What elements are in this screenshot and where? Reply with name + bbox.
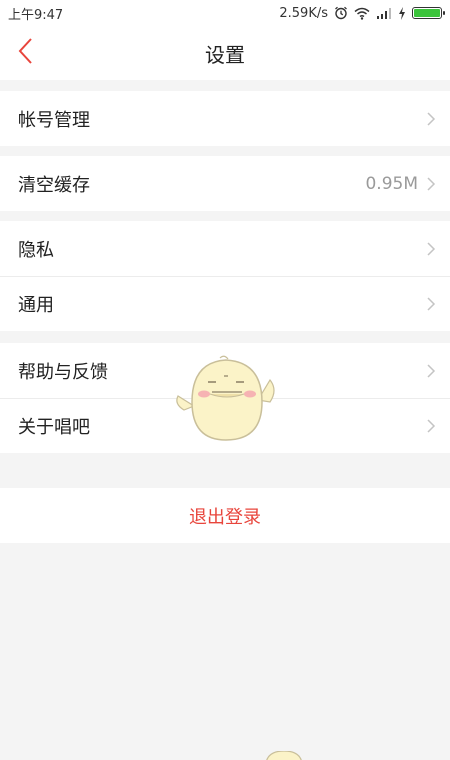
settings-item-privacy[interactable]: 隐私 (0, 221, 450, 276)
settings-group-cache: 清空缓存 0.95M (0, 156, 450, 211)
status-time: 上午9:47 (8, 7, 64, 23)
chevron-right-icon (426, 418, 436, 434)
chevron-right-icon (426, 176, 436, 192)
logout-label: 退出登录 (189, 506, 261, 528)
battery-icon (412, 7, 445, 19)
mascot-sticker[interactable] (172, 354, 278, 450)
settings-item-label: 隐私 (18, 239, 54, 261)
network-speed: 2.59K/s (279, 5, 328, 21)
settings-item-label: 帐号管理 (18, 109, 90, 131)
navigation-bar: 设置 (0, 26, 450, 80)
chevron-right-icon (426, 241, 436, 257)
alarm-icon (334, 6, 348, 20)
settings-item-label: 清空缓存 (18, 174, 90, 196)
back-button[interactable] (8, 36, 42, 70)
settings-page: 上午9:47 2.59K/s 设置 帐号管理 清空缓存 0.95M 隐私 通用 … (0, 0, 450, 760)
chevron-right-icon (426, 296, 436, 312)
settings-group-general: 隐私 通用 (0, 221, 450, 331)
chevron-left-icon (17, 37, 33, 69)
charging-icon (398, 6, 406, 20)
status-bar: 上午9:47 2.59K/s (0, 0, 450, 26)
battery-level (414, 9, 440, 17)
mascot-peek[interactable] (262, 748, 306, 760)
logout-button[interactable]: 退出登录 (0, 488, 450, 543)
wifi-icon (354, 7, 370, 20)
page-title: 设置 (205, 42, 245, 67)
chevron-right-icon (426, 363, 436, 379)
settings-item-label: 通用 (18, 295, 54, 316)
settings-item-account[interactable]: 帐号管理 (0, 91, 450, 146)
settings-group-account: 帐号管理 (0, 91, 450, 146)
signal-icon (376, 7, 392, 19)
chevron-right-icon (426, 111, 436, 127)
settings-item-clear-cache[interactable]: 清空缓存 0.95M (0, 156, 450, 211)
settings-item-general[interactable]: 通用 (0, 276, 450, 331)
cache-size-value: 0.95M (365, 173, 418, 194)
